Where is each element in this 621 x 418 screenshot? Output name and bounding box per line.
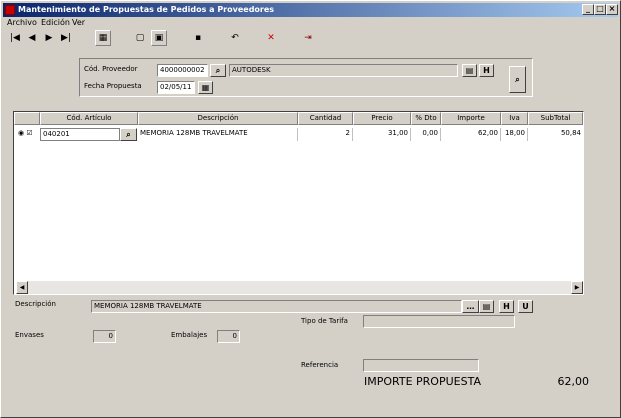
items-grid: Cód. Artículo Descripción Cantidad Preci… <box>13 111 584 295</box>
envases-label: Envases <box>15 331 44 339</box>
tipo-tarifa-label: Tipo de Tarifa <box>301 317 348 325</box>
u-button[interactable]: U <box>518 300 533 313</box>
search-articulo-icon[interactable]: ⌕ <box>120 128 137 141</box>
grid-header-select <box>14 112 40 125</box>
scroll-right-icon[interactable]: ▶ <box>571 281 583 294</box>
grid-header-cantidad[interactable]: Cantidad <box>298 112 353 125</box>
search-icon[interactable]: ⌕ <box>509 66 526 93</box>
grid-header-dto[interactable]: % Dto <box>411 112 441 125</box>
exit-icon[interactable]: ⇥ <box>300 30 316 46</box>
main-window: Mantenimiento de Propuestas de Pedidos a… <box>0 0 621 418</box>
window-title: Mantenimiento de Propuestas de Pedidos a… <box>18 5 275 14</box>
embalajes-label: Embalajes <box>171 331 208 339</box>
fecha-input[interactable]: 02/05/11 <box>157 81 195 94</box>
next-record-icon[interactable]: ▶ <box>41 30 57 46</box>
importe-cell: 62,00 <box>441 128 501 141</box>
save-icon[interactable]: ▪ <box>190 30 206 46</box>
grid-header-descripcion[interactable]: Descripción <box>138 112 298 125</box>
codigo-cell[interactable]: 040201 <box>40 128 120 141</box>
undo-icon[interactable]: ↶ <box>227 30 243 46</box>
proveedor-label: Cód. Proveedor <box>84 65 138 73</box>
iva-cell: 18,00 <box>501 128 528 141</box>
close-button[interactable]: × <box>606 4 618 15</box>
first-record-icon[interactable]: |◀ <box>7 30 23 46</box>
referencia-field <box>363 359 479 372</box>
row-radio-icon[interactable]: ◉ ☑ <box>16 128 40 141</box>
menu-ver[interactable]: Ver <box>72 17 85 29</box>
fecha-label: Fecha Propuesta <box>84 82 142 90</box>
grid-header-precio[interactable]: Precio <box>353 112 411 125</box>
calculator-icon[interactable]: ▦ <box>95 30 111 46</box>
last-record-icon[interactable]: ▶| <box>58 30 74 46</box>
envases-field: 0 <box>93 330 116 343</box>
grid-header-iva[interactable]: Iva <box>501 112 528 125</box>
grid-header-subtotal[interactable]: SubTotal <box>528 112 583 125</box>
more-icon[interactable]: … <box>462 300 479 313</box>
referencia-label: Referencia <box>301 361 339 369</box>
proveedor-name-field: AUTODESK <box>229 64 458 77</box>
proveedor-code-input[interactable]: 4000000002 <box>157 64 208 77</box>
precio-cell[interactable]: 31,00 <box>353 128 411 141</box>
title-bar: Mantenimiento de Propuestas de Pedidos a… <box>3 3 618 17</box>
importe-propuesta-value: 62,00 <box>557 375 590 388</box>
menu-edicion[interactable]: Edición <box>41 17 70 29</box>
edit-icon[interactable]: ▣ <box>151 30 167 46</box>
h-button[interactable]: H <box>479 64 494 77</box>
dto-cell[interactable]: 0,00 <box>411 128 441 141</box>
subtotal-cell: 50,84 <box>560 129 581 137</box>
date-picker-icon[interactable]: ▦ <box>198 81 213 94</box>
importe-propuesta-label: IMPORTE PROPUESTA <box>364 375 481 388</box>
horizontal-scrollbar[interactable]: ◀ ▶ <box>16 281 583 294</box>
maximize-button[interactable]: □ <box>594 4 606 15</box>
prev-record-icon[interactable]: ◀ <box>24 30 40 46</box>
descripcion-label: Descripción <box>15 300 56 308</box>
menu-bar: Archivo Edición Ver <box>3 17 618 29</box>
descripcion-cell: MEMORIA 128MB TRAVELMATE <box>138 128 298 141</box>
toolbar: |◀ ◀ ▶ ▶| ▦ ▢ ▣ ▪ ↶ ✕ ⇥ <box>3 29 618 49</box>
calendar-icon[interactable]: ▤ <box>462 64 477 77</box>
menu-archivo[interactable]: Archivo <box>7 17 37 29</box>
grid-header-codigo[interactable]: Cód. Artículo <box>40 112 138 125</box>
app-icon <box>5 5 15 15</box>
descripcion-field: MEMORIA 128MB TRAVELMATE <box>91 300 462 313</box>
new-icon[interactable]: ▢ <box>132 30 148 46</box>
embalajes-field: 0 <box>217 330 240 343</box>
h-button-footer[interactable]: H <box>499 300 514 313</box>
cantidad-cell[interactable]: 2 <box>298 128 353 141</box>
tipo-tarifa-field <box>363 315 515 328</box>
scroll-left-icon[interactable]: ◀ <box>16 281 28 294</box>
delete-icon[interactable]: ✕ <box>263 30 279 46</box>
search-proveedor-icon[interactable]: ⌕ <box>210 64 226 77</box>
grid-header-importe[interactable]: Importe <box>441 112 501 125</box>
minimize-button[interactable]: _ <box>582 4 594 15</box>
notes-icon[interactable]: ▤ <box>479 300 494 313</box>
